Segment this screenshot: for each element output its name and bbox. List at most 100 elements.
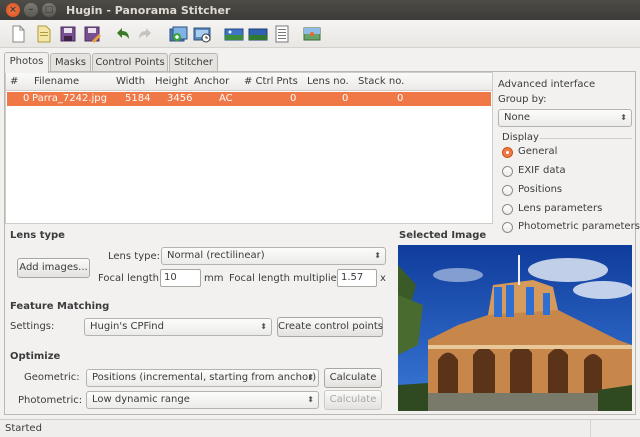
add-images-toolbar-button[interactable] (168, 24, 188, 44)
fast-preview-button[interactable] (248, 24, 268, 44)
geometric-select[interactable]: Positions (incremental, starting from an… (86, 369, 319, 387)
lens-type-value: Normal (rectilinear) (167, 250, 265, 261)
column-header-lens[interactable]: Lens no. (307, 76, 349, 87)
add-images-button[interactable]: Add images... (17, 258, 90, 278)
focal-length-multiplier-label: Focal length multiplier: (229, 273, 345, 284)
radio-label: Lens parameters (518, 203, 603, 214)
lens-type-header: Lens type (10, 230, 65, 241)
column-header-filename[interactable]: Filename (34, 76, 79, 87)
column-header-anchor[interactable]: Anchor (194, 76, 229, 87)
radio-label: Photometric parameters (518, 221, 640, 232)
title-bar: × – □ Hugin - Panorama Stitcher (0, 0, 640, 20)
time-series-icon (193, 27, 211, 43)
redo-icon (139, 28, 151, 39)
image-list[interactable]: # Filename Width Height Anchor # Ctrl Pn… (5, 72, 493, 224)
new-project-button[interactable] (8, 24, 28, 44)
photometric-value: Low dynamic range (92, 394, 190, 405)
radio-unselected-icon (502, 166, 513, 177)
cell-height: 3456 (167, 93, 193, 104)
fast-preview-icon (248, 28, 268, 41)
lens-type-label: Lens type: (108, 251, 160, 262)
lens-type-select[interactable]: Normal (rectilinear) ⬍ (161, 247, 386, 265)
control-points-toolbar-button[interactable] (302, 24, 322, 44)
settings-label: Settings: (10, 321, 55, 332)
status-bar-section (590, 420, 640, 437)
spin-arrows-icon: ⬍ (374, 251, 381, 260)
undo-icon (117, 28, 129, 39)
radio-label: EXIF data (518, 165, 566, 176)
add-time-series-button[interactable] (192, 24, 212, 44)
group-by-value: None (504, 112, 531, 123)
focal-length-unit: mm (204, 273, 224, 284)
tab-control-points[interactable]: Control Points (92, 53, 168, 73)
column-header-stack[interactable]: Stack no. (358, 76, 404, 87)
group-by-label: Group by: (498, 94, 547, 105)
radio-selected-icon (502, 147, 513, 158)
radio-label: Positions (518, 184, 563, 195)
tab-photos[interactable]: Photos (4, 52, 49, 73)
image-list-header: # Filename Width Height Anchor # Ctrl Pn… (6, 73, 492, 91)
photometric-label: Photometric: (18, 395, 83, 406)
column-header-width[interactable]: Width (116, 76, 145, 87)
radio-unselected-icon (502, 204, 513, 215)
table-row[interactable]: 0 Parra_7242.jpg 5184 3456 AC 0 0 0 (7, 92, 491, 106)
save-project-as-button[interactable] (82, 24, 102, 44)
focal-length-input[interactable]: 10 (160, 269, 201, 287)
layout-button[interactable] (272, 24, 292, 44)
focal-length-multiplier-input[interactable]: 1.57 (337, 269, 377, 287)
window-title: Hugin - Panorama Stitcher (66, 4, 231, 17)
group-by-select[interactable]: None ⬍ (498, 109, 632, 127)
spin-arrows-icon: ⬍ (620, 113, 627, 122)
cell-ctrl-pnts: 0 (290, 93, 297, 104)
redo-button[interactable] (136, 24, 156, 44)
cell-number: 0 (23, 93, 30, 104)
undo-button[interactable] (112, 24, 132, 44)
display-group-label: Display (502, 132, 539, 143)
optimize-header: Optimize (10, 351, 61, 362)
display-group-divider (540, 138, 632, 139)
column-header-height[interactable]: Height (155, 76, 188, 87)
tab-masks[interactable]: Masks (50, 53, 91, 73)
focal-length-label: Focal length: (98, 273, 163, 284)
layout-list-icon (275, 25, 289, 43)
photometric-calculate-button[interactable]: Calculate (324, 390, 382, 410)
feature-matching-header: Feature Matching (10, 301, 110, 312)
column-header-number[interactable]: # (10, 76, 18, 87)
status-text: Started (5, 423, 42, 434)
open-document-icon (37, 25, 51, 43)
save-as-icon (84, 26, 101, 43)
maximize-window-button[interactable]: □ (42, 3, 56, 17)
add-image-icon (169, 26, 188, 42)
geometric-calculate-button[interactable]: Calculate (324, 368, 382, 388)
spin-arrows-icon: ⬍ (307, 395, 314, 404)
column-header-ctrl-pnts[interactable]: # Ctrl Pnts (244, 76, 298, 87)
cell-stack: 0 (397, 93, 404, 104)
cell-lens: 0 (342, 93, 349, 104)
cell-anchor: AC (219, 93, 233, 104)
advanced-interface-label: Advanced interface (498, 79, 596, 90)
photometric-select[interactable]: Low dynamic range ⬍ (86, 391, 319, 409)
spin-arrows-icon: ⬍ (307, 373, 314, 382)
minimize-window-button[interactable]: – (24, 3, 38, 17)
selected-image-preview (398, 245, 632, 411)
multiplier-unit: x (380, 273, 386, 284)
save-project-button[interactable] (58, 24, 78, 44)
radio-unselected-icon (502, 185, 513, 196)
geometric-label: Geometric: (24, 372, 80, 383)
preview-button[interactable] (224, 24, 244, 44)
spin-arrows-icon: ⬍ (260, 322, 267, 331)
building-photo (398, 245, 632, 411)
save-icon (60, 26, 76, 42)
tab-stitcher[interactable]: Stitcher (169, 53, 218, 73)
create-control-points-button[interactable]: Create control points (277, 317, 383, 337)
control-points-icon (303, 27, 321, 41)
radio-unselected-icon (502, 222, 513, 233)
cell-width: 5184 (125, 93, 151, 104)
geometric-value: Positions (incremental, starting from an… (92, 372, 317, 383)
cp-detector-select[interactable]: Hugin's CPFind ⬍ (84, 318, 272, 336)
close-window-button[interactable]: × (6, 3, 20, 17)
open-project-button[interactable] (34, 24, 54, 44)
status-bar: Started (0, 419, 640, 437)
preview-panorama-icon (224, 28, 244, 41)
cell-filename: Parra_7242.jpg (32, 93, 107, 104)
